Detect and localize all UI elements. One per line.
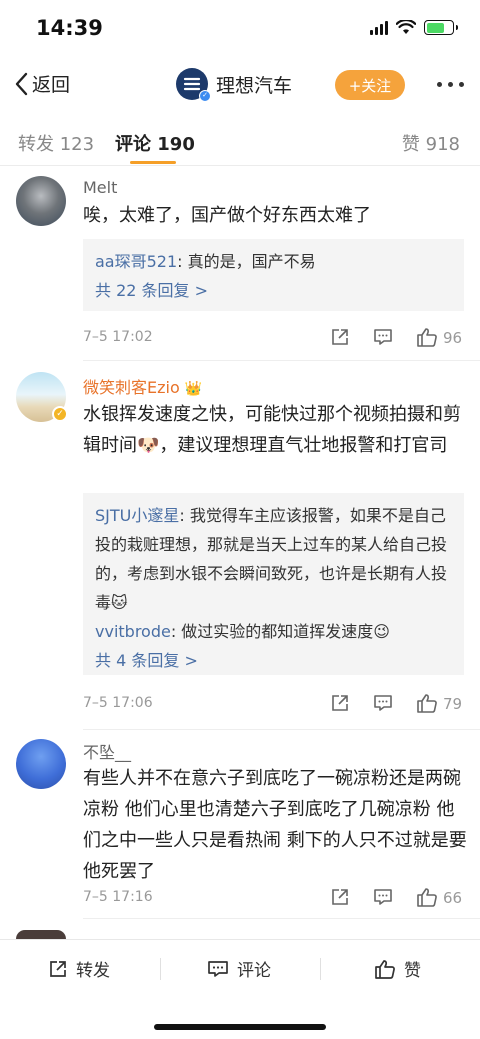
comment-meta: 7–5 17:02 96 [83,327,467,351]
comment-username-text: 微笑刺客Ezio [83,378,180,397]
divider [83,918,480,919]
comment-meta: 7–5 17:06 79 [83,693,467,717]
reply-item: vvitbrode: 做过实验的都知道挥发速度😉 [95,617,452,646]
active-tab-indicator [130,161,176,164]
comment-username[interactable]: 微笑刺客Ezio 👑 [83,374,202,398]
share-icon[interactable] [330,327,350,347]
follow-button[interactable]: +关注 [335,70,405,100]
repost-button[interactable]: 转发 [48,956,110,981]
status-time: 14:39 [36,16,103,40]
comment-text: 有些人并不在意六子到底吃了一碗凉粉还是两碗凉粉 他们心里也清楚六子到底吃了几碗凉… [83,768,467,882]
crown-badge-icon: 👑 [184,381,203,397]
reply-item: aa琛哥521: 真的是，国产不易 [95,247,452,276]
reply-item: SJTU小邃星: 我觉得车主应该报警，如果不是自己投的栽赃理想，那就是当天上过车… [95,501,452,617]
comment-time: 7–5 17:16 [83,889,153,905]
comment-time: 7–5 17:02 [83,329,153,345]
brand-logo-avatar: ✓ [176,68,211,102]
like-icon[interactable] [416,327,438,347]
comment-text: 唉，太难了，国产做个好东西太难了 [83,205,371,226]
comment-icon[interactable] [373,693,393,713]
tab-like[interactable]: 赞 918 [402,130,460,156]
comment-icon[interactable] [373,887,393,907]
comment-icon[interactable] [373,327,393,347]
like-icon[interactable] [416,693,438,713]
comment-meta: 7–5 17:16 66 [83,887,467,911]
like-icon[interactable] [416,887,438,907]
more-replies-link[interactable]: 共 4 条回复 > [95,646,452,675]
verified-badge-icon: ✓ [199,90,211,102]
repost-icon [50,960,66,977]
like-count: 79 [443,695,463,713]
nav-bar: 返回 ✓ 理想汽车 +关注 [0,58,480,112]
divider [83,360,480,361]
like-icon [375,959,395,979]
like-count: 96 [443,329,463,347]
more-options-icon[interactable] [437,82,464,87]
share-icon[interactable] [330,693,350,713]
verified-badge-icon: ✓ [52,406,68,422]
account-header[interactable]: ✓ 理想汽车 [176,68,293,102]
comment-label: 评论 [237,961,271,981]
share-icon[interactable] [330,887,350,907]
tab-bar: 转发 123 评论 190 赞 918 [0,118,480,166]
toolbar-divider [160,958,161,980]
back-label: 返回 [32,74,71,96]
avatar[interactable] [16,176,66,226]
like-button[interactable]: 赞 [374,956,421,981]
like-count: 66 [443,889,463,907]
tab-comment[interactable]: 评论 190 [115,130,195,156]
comment-text: 水银挥发速度之快，可能快过那个视频拍摄和剪辑时间🐶，建议理想理直气壮地报警和打官… [83,404,461,456]
reply-text: : 真的是，国产不易 [177,252,316,271]
toolbar-divider [320,958,321,980]
comment-username[interactable]: 不坠__ [83,739,131,763]
bottom-toolbar: 转发 评论 赞 [0,939,480,1039]
comment-time: 7–5 17:06 [83,695,153,711]
comment-username[interactable]: Melt [83,178,117,197]
wifi-icon [396,20,416,34]
reply-text: : 做过实验的都知道挥发速度😉 [170,622,390,641]
like-label: 赞 [404,961,421,981]
repost-label: 转发 [76,961,110,981]
avatar[interactable] [16,930,66,939]
reply-username[interactable]: vvitbrode [95,622,171,641]
comment-icon [208,960,228,977]
divider [83,729,480,730]
reply-box[interactable]: aa琛哥521: 真的是，国产不易 共 22 条回复 > [83,239,464,311]
home-indicator[interactable] [154,1024,326,1030]
status-icons [370,20,458,35]
tab-repost[interactable]: 转发 123 [18,130,94,156]
avatar[interactable] [16,739,66,789]
battery-icon [424,20,458,35]
cellular-signal-icon [370,20,388,35]
reply-box[interactable]: SJTU小邃星: 我觉得车主应该报警，如果不是自己投的栽赃理想，那就是当天上过车… [83,493,464,675]
back-button[interactable]: 返回 [14,70,70,97]
comment-button[interactable]: 评论 [207,956,271,981]
reply-username[interactable]: aa琛哥521 [95,252,177,271]
chevron-left-icon [15,72,28,95]
reply-username[interactable]: SJTU小邃星 [95,506,179,525]
status-bar: 14:39 [0,0,480,58]
more-replies-link[interactable]: 共 22 条回复 > [95,276,452,305]
account-name: 理想汽车 [216,74,293,97]
